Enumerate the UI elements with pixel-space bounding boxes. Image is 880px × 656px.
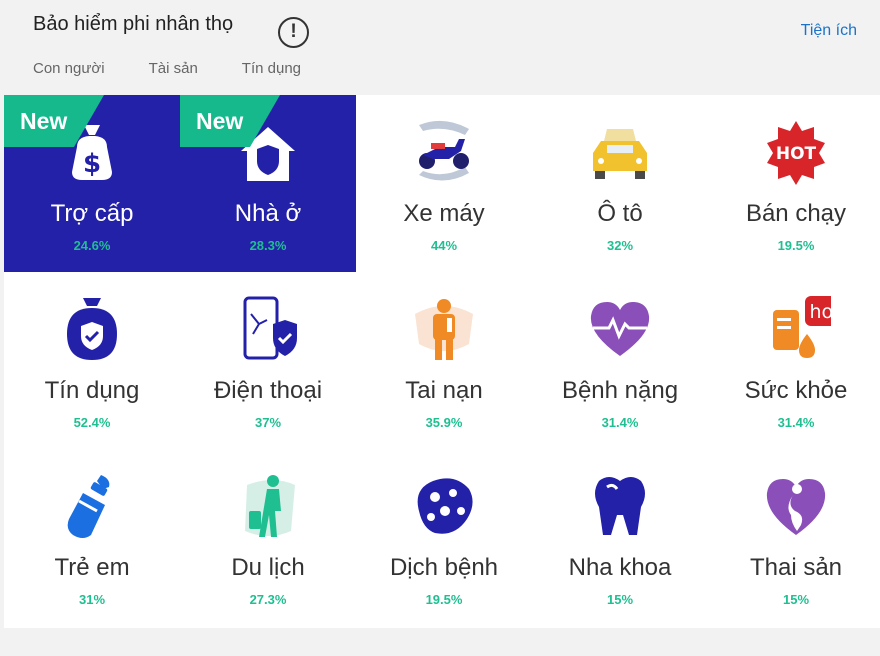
info-icon[interactable]: ! <box>278 17 309 48</box>
product-percent: 24.6% <box>73 238 111 253</box>
product-grid: $ New Trợ cấp 24.6% New Nhà ở 28.3% Xe m… <box>4 95 880 628</box>
car-icon <box>593 129 647 179</box>
maternity-heart-icon <box>766 479 826 535</box>
heart-pulse-icon <box>590 302 650 356</box>
product-percent: 19.5% <box>425 592 463 607</box>
product-percent: 35.9% <box>425 415 463 430</box>
product-percent: 31.4% <box>777 415 815 430</box>
product-du-lich[interactable]: Du lịch 27.3% <box>180 449 356 626</box>
hot-badge-icon: HOT <box>767 121 825 185</box>
product-xe-may[interactable]: Xe máy 44% <box>356 95 532 272</box>
product-label: Dịch bệnh <box>389 554 499 581</box>
svg-text:HOT: HOT <box>776 144 817 164</box>
product-percent: 32% <box>606 238 634 253</box>
product-suc-khoe[interactable]: hot Sức khỏe 31.4% <box>708 272 880 449</box>
baby-bottle-icon <box>67 475 110 538</box>
bottom-spacer <box>0 628 880 656</box>
motorbike-icon <box>419 120 469 181</box>
product-label: Tai nạn <box>405 377 483 404</box>
product-percent: 19.5% <box>777 238 815 253</box>
product-nha-khoa[interactable]: Nha khoa 15% <box>532 449 708 626</box>
product-percent: 37% <box>254 415 282 430</box>
product-label: Tín dụng <box>44 377 140 404</box>
product-thai-san[interactable]: Thai sản 15% <box>708 449 880 626</box>
utility-link[interactable]: Tiện ích <box>801 22 857 40</box>
product-percent: 15% <box>782 592 810 607</box>
accident-person-icon <box>415 299 473 360</box>
product-label: Xe máy <box>403 200 485 227</box>
product-tin-dung[interactable]: Tín dụng 52.4% <box>4 272 180 449</box>
product-percent: 15% <box>606 592 634 607</box>
product-label: Bệnh nặng <box>561 377 679 404</box>
product-ban-chay[interactable]: HOT Bán chạy 19.5% <box>708 95 880 272</box>
svg-text:$: $ <box>83 149 101 179</box>
product-label: Ô tô <box>597 200 643 227</box>
virus-icon <box>417 478 473 534</box>
product-label: Điện thoại <box>213 377 323 404</box>
product-tre-em[interactable]: Trẻ em 31% <box>4 449 180 626</box>
product-label: Sức khỏe <box>744 377 848 404</box>
svg-text:hot: hot <box>809 301 831 323</box>
tab-con-nguoi[interactable]: Con người <box>33 60 105 77</box>
product-percent: 27.3% <box>249 592 287 607</box>
product-label: Thai sản <box>749 554 843 581</box>
category-tabs: Con người Tài sản Tín dụng <box>33 60 301 77</box>
health-drip-icon: hot <box>773 296 831 358</box>
product-percent: 44% <box>430 238 458 253</box>
product-label: Trợ cấp <box>50 200 134 227</box>
product-label: Trẻ em <box>54 554 130 581</box>
product-tro-cap[interactable]: $ New Trợ cấp 24.6% <box>4 95 180 272</box>
phone-shield-icon <box>243 296 297 360</box>
tooth-icon <box>595 477 645 535</box>
page-title: Bảo hiểm phi nhân thọ <box>33 13 234 35</box>
product-dien-thoai[interactable]: Điện thoại 37% <box>180 272 356 449</box>
new-badge: New <box>20 108 68 134</box>
product-percent: 31.4% <box>601 415 639 430</box>
product-o-to[interactable]: Ô tô 32% <box>532 95 708 272</box>
tab-tai-san[interactable]: Tài sản <box>149 60 198 77</box>
credit-shield-icon <box>67 298 117 360</box>
product-label: Nhà ở <box>234 200 302 227</box>
product-label: Du lịch <box>231 554 305 581</box>
product-tai-nan[interactable]: Tai nạn 35.9% <box>356 272 532 449</box>
product-label: Nha khoa <box>568 554 672 581</box>
product-dich-benh[interactable]: Dịch bệnh 19.5% <box>356 449 532 626</box>
product-percent: 52.4% <box>73 415 111 430</box>
product-percent: 31% <box>78 592 106 607</box>
tab-tin-dung[interactable]: Tín dụng <box>242 60 301 77</box>
product-percent: 28.3% <box>249 238 287 253</box>
product-nha-o[interactable]: New Nhà ở 28.3% <box>180 95 356 272</box>
product-label: Bán chạy <box>745 200 847 227</box>
new-badge: New <box>196 108 244 134</box>
traveler-icon <box>245 475 295 537</box>
header: Bảo hiểm phi nhân thọ ! Tiện ích Con ngư… <box>0 0 880 95</box>
product-benh-nang[interactable]: Bệnh nặng 31.4% <box>532 272 708 449</box>
